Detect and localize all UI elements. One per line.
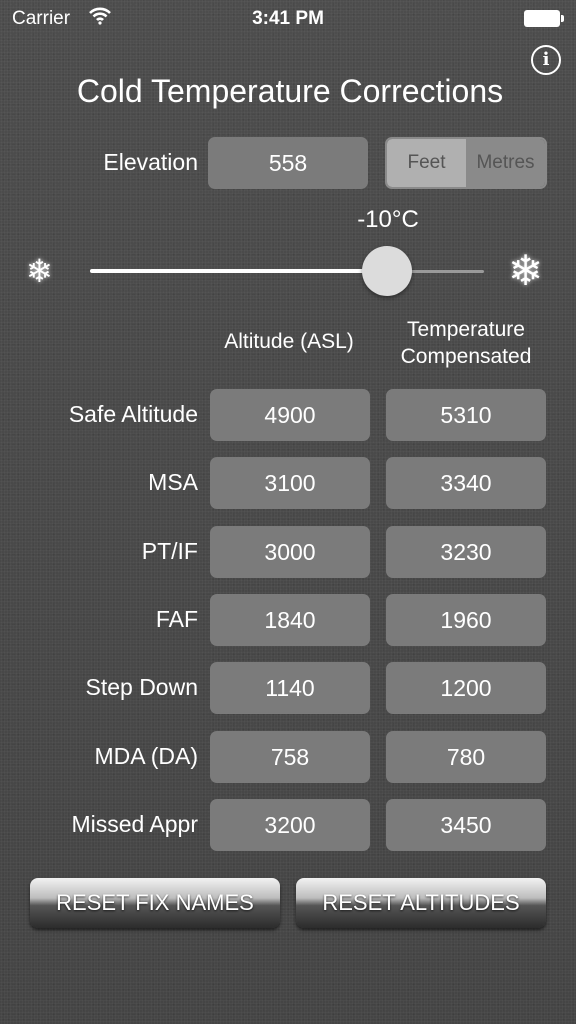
row-label[interactable]: Step Down (20, 674, 198, 701)
status-bar: Carrier 3:41 PM (0, 0, 576, 40)
battery-icon (524, 10, 564, 27)
compensated-field: 1200 (386, 662, 546, 714)
compensated-field: 1960 (386, 594, 546, 646)
compensated-field: 3230 (386, 526, 546, 578)
units-feet-segment[interactable]: Feet (387, 139, 466, 187)
row-label[interactable]: Missed Appr (20, 811, 198, 838)
compensated-field: 5310 (386, 389, 546, 441)
altitude-field[interactable]: 1140 (210, 662, 370, 714)
altitude-field[interactable]: 3000 (210, 526, 370, 578)
compensated-field: 780 (386, 731, 546, 783)
row-label[interactable]: FAF (20, 606, 198, 633)
altitude-column-header: Altitude (ASL) (224, 330, 354, 353)
compensated-column-header-line1: Temperature (407, 318, 525, 341)
snowflake-icon: ❄ (26, 253, 53, 289)
elevation-field[interactable]: 558 (208, 137, 368, 189)
altitude-field[interactable]: 758 (210, 731, 370, 783)
altitude-field[interactable]: 1840 (210, 594, 370, 646)
compensated-field: 3340 (386, 457, 546, 509)
units-segmented-control[interactable]: Feet Metres (385, 137, 547, 189)
row-label[interactable]: Safe Altitude (20, 401, 198, 428)
row-label[interactable]: MDA (DA) (20, 743, 199, 770)
row-label[interactable]: PT/IF (20, 538, 198, 565)
info-icon[interactable]: i (531, 45, 561, 75)
temperature-slider-thumb[interactable] (362, 246, 412, 296)
row-label[interactable]: MSA (20, 469, 198, 496)
elevation-label: Elevation (103, 149, 198, 175)
page-title: Cold Temperature Corrections (76, 73, 504, 109)
altitude-field[interactable]: 3100 (210, 457, 370, 509)
compensated-field: 3450 (386, 799, 546, 851)
units-metres-segment[interactable]: Metres (466, 139, 545, 187)
compensated-column-header-line2: Compensated (400, 345, 532, 368)
reset-fix-names-button[interactable]: RESET FIX NAMES (30, 878, 280, 928)
altitude-field[interactable]: 3200 (210, 799, 370, 851)
reset-altitudes-button[interactable]: RESET ALTITUDES (296, 878, 546, 928)
snowflake-icon: ❄ (508, 247, 544, 294)
temperature-value: -10°C (357, 206, 419, 233)
clock: 3:41 PM (252, 8, 324, 29)
slider-track-filled (90, 269, 380, 273)
altitude-field[interactable]: 4900 (210, 389, 370, 441)
